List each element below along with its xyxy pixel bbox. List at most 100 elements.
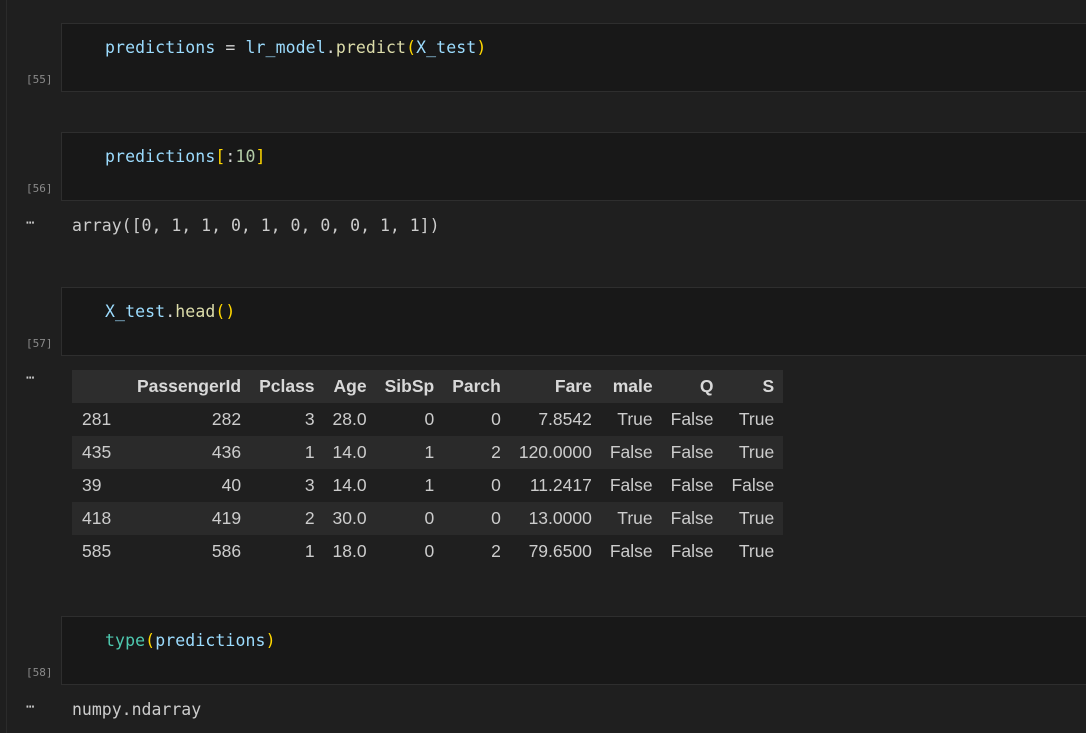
table-cell: 18.0 [332,541,367,561]
table-row: 418 419 2 30.0 0 0 13.0000 True False True [72,502,784,535]
execution-count-56: [56] [26,182,53,195]
column-header: Parch [443,370,510,403]
table-cell: False [661,436,723,469]
table-cell: 586 [211,541,242,561]
table-cell: 79.6500 [528,541,592,561]
table-cell: 1 [304,541,315,561]
column-header: SibSp [375,370,444,403]
table-cell: 2 [443,436,510,469]
table-cell: True [600,502,662,535]
code-cell-56[interactable]: predictions[:10] [61,132,1086,201]
table-cell: 13.0000 [509,502,601,535]
table-cell: 1 [375,436,444,469]
table-row: 585 586 1 18.0 0 2 79.6500 False False True [72,535,783,568]
code-token: ) [265,631,276,650]
code-token: head [175,302,216,321]
code-line[interactable]: X_test.head() [105,302,235,321]
code-cell-58[interactable]: type(predictions) [61,616,1086,685]
code-token: predictions [105,147,216,166]
table-cell: 11.2417 [529,475,592,495]
column-header: Q [661,370,723,403]
table-cell: 282 [211,409,242,429]
table-cell: 0 [443,502,510,535]
table-header-row: PassengerId Pclass Age SibSp Parch Fare … [72,370,784,403]
table-cell: 14.0 [332,475,367,495]
table-cell: True [722,502,784,535]
table-cell: 0 [491,409,501,429]
code-token: 10 [235,147,256,166]
code-cell-55[interactable]: predictions = lr_model.predict(X_test) [61,23,1086,92]
row-index-cell: 418 [72,502,128,535]
table-cell: 0 [424,409,435,429]
notebook-gutter-line [6,0,7,733]
table-cell: False [670,541,714,561]
table-cell: 3 [304,409,315,429]
cell-output-text: array([0, 1, 1, 0, 1, 0, 0, 0, 1, 1]) [72,216,440,235]
table-cell: False [670,475,714,495]
code-line[interactable]: predictions[:10] [105,147,266,166]
column-header: Age [323,370,376,403]
table-cell: 1 [250,436,324,469]
output-menu-ellipsis-icon[interactable]: ⋯ [26,370,35,386]
table-cell: 2 [491,541,501,561]
table-cell: True [617,409,653,429]
column-header: Pclass [250,370,324,403]
table-cell: 0 [424,541,435,561]
column-header: PassengerId [128,370,251,403]
code-token: X_test [105,302,166,321]
output-menu-ellipsis-icon[interactable]: ⋯ [26,215,35,231]
table-cell: True [738,541,775,561]
dataframe-output-table: PassengerId Pclass Age SibSp Parch Fare … [72,370,784,568]
row-index-cell: 585 [82,541,112,561]
table-cell: 2 [250,502,324,535]
code-token: = [215,38,246,57]
table-row: 39 40 3 14.0 1 0 11.2417 False False False [72,469,783,502]
table-cell: False [670,409,714,429]
table-cell: False [731,475,775,495]
table-cell: 7.8542 [538,409,592,429]
table-cell: 419 [128,502,251,535]
output-menu-ellipsis-icon[interactable]: ⋯ [26,699,35,715]
code-token: ( [406,38,417,57]
table-row: 281 282 3 28.0 0 0 7.8542 True False True [72,403,783,436]
table-cell: 30.0 [323,502,376,535]
code-line[interactable]: type(predictions) [105,631,276,650]
column-header: Fare [509,370,601,403]
code-cell-57[interactable]: X_test.head() [61,287,1086,356]
table-cell: False [609,475,653,495]
table-cell: False [609,541,653,561]
code-token: type [105,631,146,650]
code-token: : [225,147,236,166]
table-cell: 28.0 [332,409,367,429]
table-cell: False [600,436,662,469]
execution-count-58: [58] [26,666,53,679]
table-cell: 3 [304,475,315,495]
code-line[interactable]: predictions = lr_model.predict(X_test) [105,38,486,57]
row-index-cell: 39 [82,475,102,495]
code-token: . [325,38,336,57]
row-index-cell: 281 [82,409,112,429]
table-cell: 0 [375,502,444,535]
code-token: . [165,302,176,321]
code-token: ) [476,38,487,57]
code-token: X_test [416,38,477,57]
column-header: male [600,370,662,403]
code-token: predictions [155,631,266,650]
code-token: () [215,302,236,321]
table-cell: True [722,436,784,469]
execution-count-55: [55] [26,73,53,86]
table-cell: 40 [221,475,242,495]
code-token: lr_model [245,38,326,57]
cell-output-text: numpy.ndarray [72,700,202,719]
table-cell: 1 [424,475,435,495]
table-cell: 120.0000 [509,436,601,469]
execution-count-57: [57] [26,337,53,350]
table-cell: 436 [128,436,251,469]
column-header-index [72,370,128,403]
code-token: predict [335,38,407,57]
table-row: 435 436 1 14.0 1 2 120.0000 False False True [72,436,784,469]
table-cell: False [661,502,723,535]
table-cell: 0 [491,475,501,495]
code-token: ( [145,631,156,650]
code-token: [ [215,147,226,166]
